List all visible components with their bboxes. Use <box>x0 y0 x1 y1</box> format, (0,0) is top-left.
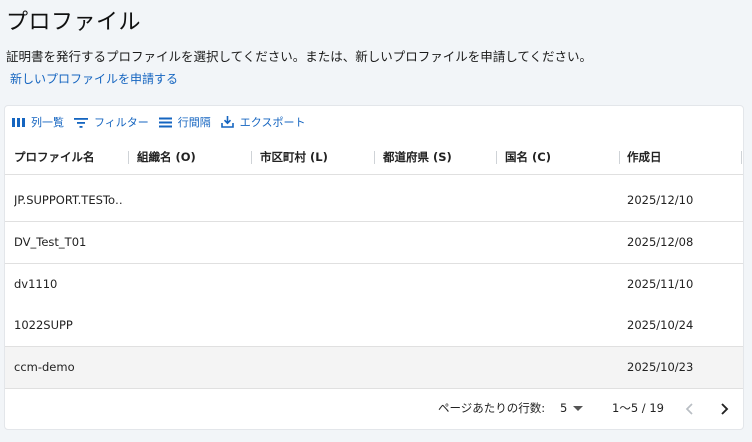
next-page-button[interactable] <box>719 388 729 429</box>
table-toolbar: 列一覧 フィルター 行間隔 エクスポート <box>5 106 743 138</box>
column-separator[interactable] <box>619 151 620 164</box>
column-separator[interactable] <box>374 151 375 164</box>
table-row[interactable]: ccm-demo 2025/10/23 <box>5 347 743 389</box>
column-header-state[interactable]: 都道府県 (S) <box>383 140 452 174</box>
profiles-table-card: 列一覧 フィルター 行間隔 エクスポート プロファイル名 組織名 (O) 市区町… <box>4 105 744 430</box>
density-label: 行間隔 <box>177 116 211 129</box>
column-header-profile-name[interactable]: プロファイル名 <box>14 140 95 174</box>
cell-created: 2025/10/24 <box>627 318 694 332</box>
column-separator[interactable] <box>251 151 252 164</box>
cell-profile-name: JP.SUPPORT.TESTo… <box>14 193 124 207</box>
cell-created: 2025/10/23 <box>627 360 694 374</box>
filter-label: フィルター <box>94 116 149 129</box>
cell-profile-name: dv1110 <box>14 277 58 291</box>
cell-created: 2025/12/10 <box>627 193 694 207</box>
cell-profile-name: 1022SUPP <box>14 318 73 332</box>
columns-button[interactable]: 列一覧 <box>12 110 64 134</box>
density-button[interactable]: 行間隔 <box>158 110 211 134</box>
rows-per-page-select[interactable]: 5 <box>560 388 584 429</box>
column-header-created[interactable]: 作成日 <box>627 140 662 174</box>
pagination-range: 1〜5 / 19 <box>612 401 664 415</box>
columns-label: 列一覧 <box>31 116 64 129</box>
cell-created: 2025/11/10 <box>627 277 694 291</box>
column-separator[interactable] <box>128 151 129 164</box>
cell-profile-name: ccm-demo <box>14 360 75 374</box>
chevron-right-icon <box>721 402 729 415</box>
export-icon <box>220 116 234 128</box>
filter-icon <box>74 117 88 128</box>
table-row[interactable]: dv1110 2025/11/10 <box>5 264 743 306</box>
filter-button[interactable]: フィルター <box>74 110 149 134</box>
table-row[interactable]: 1022SUPP 2025/10/24 <box>5 305 743 347</box>
table-pagination: ページあたりの行数: 5 1〜5 / 19 <box>5 388 743 429</box>
table-row[interactable]: JP.SUPPORT.TESTo… 2025/12/10 <box>5 180 743 222</box>
column-header-locality[interactable]: 市区町村 (L) <box>260 140 328 174</box>
cell-created: 2025/12/08 <box>627 235 694 249</box>
rows-per-page-value: 5 <box>560 401 568 415</box>
column-separator[interactable] <box>496 151 497 164</box>
page-description: 証明書を発行するプロファイルを選択してください。または、新しいプロファイルを申請… <box>6 49 593 64</box>
cell-profile-name: DV_Test_T01 <box>14 235 87 249</box>
chevron-left-icon <box>685 402 693 415</box>
column-header-organization[interactable]: 組織名 (O) <box>137 140 196 174</box>
rows-per-page-label: ページあたりの行数: <box>438 401 546 415</box>
page-title: プロファイル <box>6 10 142 35</box>
caret-down-icon <box>573 405 584 411</box>
density-icon <box>158 117 172 127</box>
column-header-country[interactable]: 国名 (C) <box>505 140 551 174</box>
export-label: エクスポート <box>239 116 306 129</box>
apply-new-profile-link[interactable]: 新しいプロファイルを申請する <box>10 70 178 87</box>
export-button[interactable]: エクスポート <box>220 110 306 134</box>
column-separator[interactable] <box>741 151 742 164</box>
table-header: プロファイル名 組織名 (O) 市区町村 (L) 都道府県 (S) 国名 (C)… <box>5 140 743 175</box>
previous-page-button[interactable] <box>685 388 695 429</box>
columns-icon <box>12 117 25 127</box>
table-row[interactable]: DV_Test_T01 2025/12/08 <box>5 222 743 264</box>
